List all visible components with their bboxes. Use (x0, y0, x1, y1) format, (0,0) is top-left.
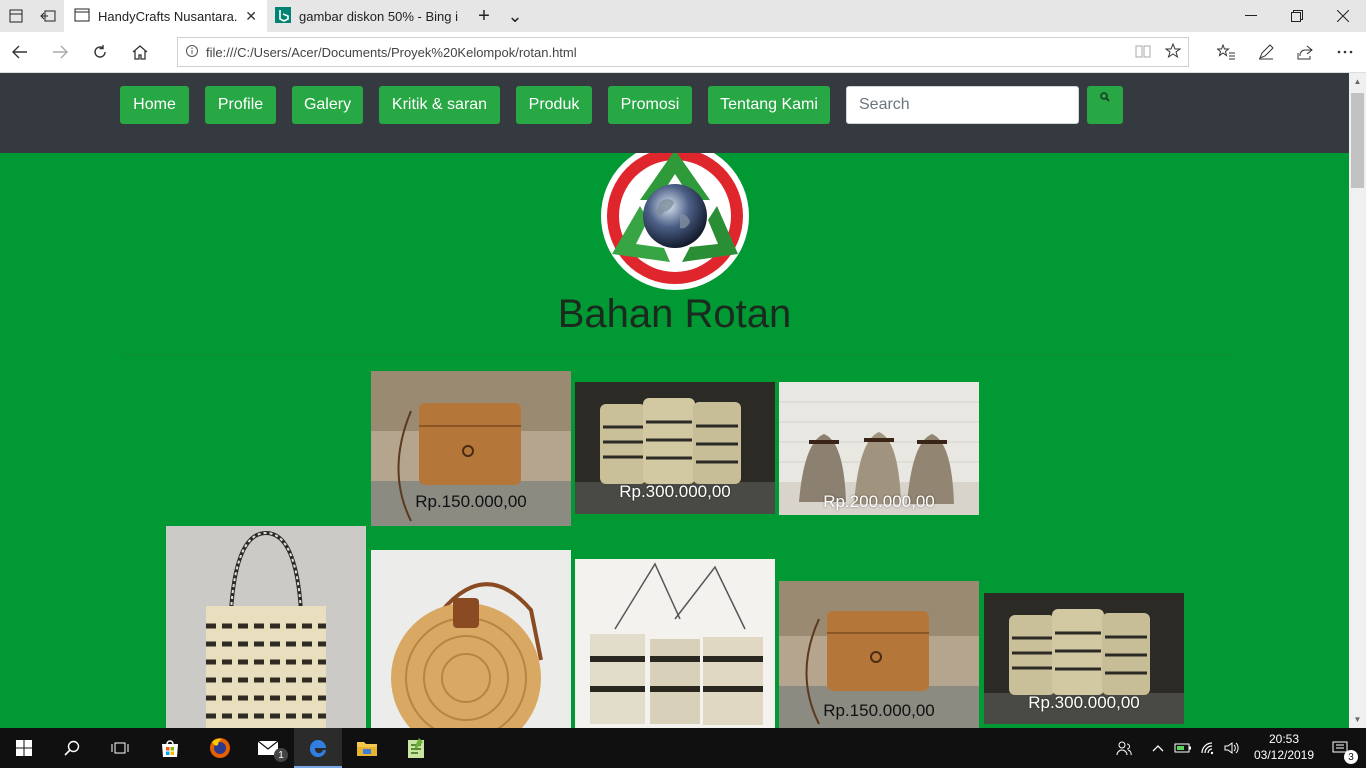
product-card[interactable]: Rp.150.000,00 (371, 371, 571, 526)
windows-taskbar: 1 20:53 03/12/2019 3 (0, 728, 1366, 768)
file-explorer-icon[interactable] (343, 728, 391, 768)
clock-time: 20:53 (1268, 732, 1300, 746)
clock-date: 03/12/2019 (1253, 748, 1315, 762)
forward-icon[interactable] (40, 32, 80, 72)
notes-pen-icon[interactable] (1246, 32, 1286, 72)
product-card[interactable] (371, 550, 571, 728)
woven-tote-bag-image (166, 526, 366, 728)
product-card[interactable]: Rp.300.000,00 (984, 593, 1184, 724)
product-card[interactable] (575, 559, 775, 728)
refresh-icon[interactable] (80, 32, 120, 72)
url-text[interactable]: file:///C:/Users/Acer/Documents/Proyek%2… (206, 45, 1128, 60)
search-input[interactable]: Search (846, 86, 1079, 124)
search-taskbar-icon[interactable] (48, 728, 96, 768)
home-icon[interactable] (120, 32, 160, 72)
product-card[interactable]: Rp.200.000,00 (779, 382, 979, 515)
mail-badge: 1 (274, 748, 288, 762)
product-price: Rp.200.000,00 (823, 492, 935, 511)
restore-icon[interactable] (1274, 0, 1320, 32)
woven-slings-image (575, 559, 775, 728)
title-divider (120, 354, 1230, 355)
round-rattan-bag-image (371, 550, 571, 728)
close-tab-icon[interactable]: ✕ (245, 8, 257, 25)
reading-view-icon[interactable] (1128, 44, 1158, 61)
site-navbar: Home Profile Galery Kritik & saran Produ… (0, 73, 1349, 153)
page-title: Bahan Rotan (557, 292, 792, 336)
address-bar[interactable]: file:///C:/Users/Acer/Documents/Proyek%2… (177, 37, 1189, 67)
set-aside-tabs-icon[interactable] (32, 0, 64, 32)
product-card[interactable]: Rp.150.000,00 (779, 581, 979, 728)
scroll-down-icon[interactable]: ▼ (1349, 711, 1366, 728)
tab-preview-icon[interactable] (0, 0, 32, 32)
task-view-icon[interactable] (96, 728, 144, 768)
product-price: Rp.150.000,00 (823, 701, 935, 720)
nav-home-button[interactable]: Home (120, 86, 189, 124)
share-icon[interactable] (1285, 32, 1325, 72)
search-icon (1100, 92, 1110, 102)
more-icon[interactable] (1325, 32, 1365, 72)
people-icon[interactable] (1110, 728, 1138, 768)
product-price: Rp.300.000,00 (1028, 693, 1140, 712)
wifi-icon[interactable] (1196, 728, 1220, 768)
search-button[interactable] (1087, 86, 1123, 124)
product-price: Rp.150.000,00 (415, 492, 527, 511)
bing-icon (275, 6, 291, 26)
nav-profile-button[interactable]: Profile (205, 86, 276, 124)
address-toolbar: file:///C:/Users/Acer/Documents/Proyek%2… (0, 32, 1366, 73)
nav-promosi-button[interactable]: Promosi (608, 86, 692, 124)
favorites-list-icon[interactable] (1206, 32, 1246, 72)
tab-list-button[interactable]: ⌄ (499, 0, 531, 32)
page-icon (74, 8, 90, 25)
product-card[interactable]: Rp.300.000,00 (575, 382, 775, 514)
tab-bing[interactable]: gambar diskon 50% - Bing i (267, 0, 467, 32)
page-viewport: Home Profile Galery Kritik & saran Produ… (0, 73, 1349, 728)
product-card[interactable] (166, 526, 366, 728)
tab-strip: HandyCrafts Nusantara. ✕ gambar diskon 5… (0, 0, 1366, 32)
nav-galery-button[interactable]: Galery (292, 86, 363, 124)
nav-produk-button[interactable]: Produk (516, 86, 592, 124)
minimize-icon[interactable] (1228, 0, 1274, 32)
start-windows-icon[interactable] (0, 728, 48, 768)
favorite-star-icon[interactable] (1158, 42, 1188, 62)
mail-icon[interactable]: 1 (245, 728, 293, 768)
new-tab-button[interactable]: + (468, 0, 500, 32)
tab-label: HandyCrafts Nusantara. (98, 8, 238, 24)
recycle-globe-logo (601, 153, 749, 290)
store-icon[interactable] (146, 728, 194, 768)
volume-icon[interactable] (1220, 728, 1244, 768)
back-icon[interactable] (0, 32, 40, 72)
close-window-icon[interactable] (1320, 0, 1366, 32)
info-icon[interactable] (178, 44, 206, 60)
nav-tentang-kami-button[interactable]: Tentang Kami (708, 86, 830, 124)
edge-icon[interactable] (294, 728, 342, 768)
tab-label: gambar diskon 50% - Bing i (299, 8, 458, 24)
page-scrollbar[interactable]: ▲ ▼ (1349, 73, 1366, 728)
scroll-thumb[interactable] (1351, 93, 1364, 188)
nav-kritik-saran-button[interactable]: Kritik & saran (379, 86, 500, 124)
tab-handycrafts[interactable]: HandyCrafts Nusantara. ✕ (64, 0, 267, 32)
notepad-plus-icon[interactable] (392, 728, 440, 768)
action-center-icon[interactable]: 3 (1322, 728, 1358, 768)
battery-icon[interactable] (1172, 728, 1194, 768)
show-hidden-icons-chevron-icon[interactable] (1148, 728, 1168, 768)
product-price: Rp.300.000,00 (619, 482, 731, 501)
firefox-icon[interactable] (196, 728, 244, 768)
taskbar-clock[interactable]: 20:53 03/12/2019 (1248, 731, 1320, 763)
scroll-up-icon[interactable]: ▲ (1349, 73, 1366, 90)
notification-badge: 3 (1344, 750, 1358, 764)
